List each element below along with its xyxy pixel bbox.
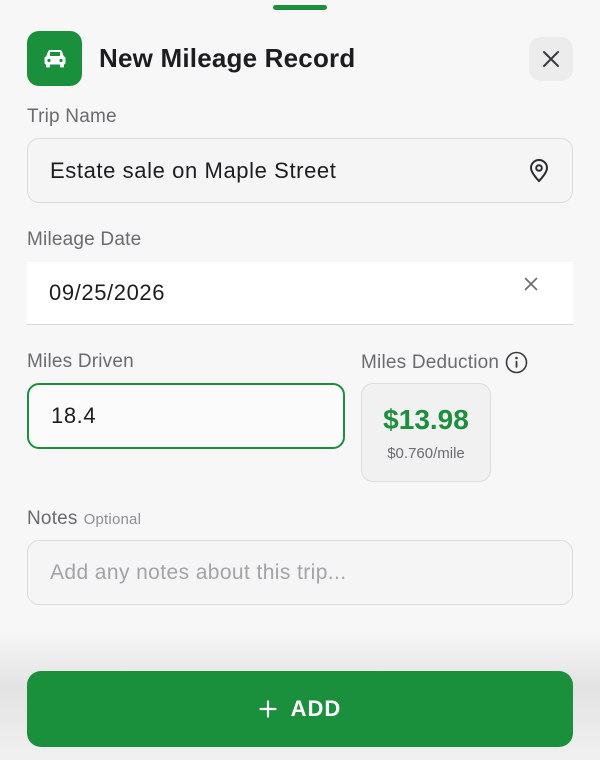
- mileage-date-field[interactable]: 09/25/2026: [27, 262, 573, 325]
- car-icon: [27, 31, 82, 86]
- mileage-date-value: 09/25/2026: [49, 280, 166, 305]
- mileage-date-label: Mileage Date: [27, 229, 142, 250]
- deduction-amount: $13.98: [383, 404, 469, 435]
- notes-field[interactable]: Add any notes about this trip...: [27, 540, 573, 605]
- deduction-rate: $0.760/mile: [387, 445, 465, 462]
- miles-driven-label: Miles Driven: [27, 351, 134, 372]
- notes-placeholder: Add any notes about this trip...: [50, 560, 347, 584]
- close-button[interactable]: [529, 37, 573, 81]
- info-icon[interactable]: [505, 351, 528, 374]
- header: New Mileage Record: [27, 31, 573, 87]
- plus-icon: [259, 700, 277, 718]
- clear-icon[interactable]: [521, 277, 541, 291]
- miles-deduction-label: Miles Deduction: [361, 351, 500, 373]
- notes-label: Notes: [27, 508, 78, 529]
- trip-name-label: Trip Name: [27, 106, 117, 127]
- trip-name-value: Estate sale on Maple Street: [50, 157, 337, 183]
- deduction-card: $13.98 $0.760/mile: [361, 383, 491, 482]
- add-button-label: ADD: [290, 696, 342, 721]
- miles-driven-value: 18.4: [51, 403, 97, 428]
- close-icon: [542, 50, 560, 68]
- add-button[interactable]: ADD: [27, 671, 573, 747]
- location-pin-icon[interactable]: [527, 158, 551, 183]
- drag-handle[interactable]: [273, 5, 327, 10]
- mileage-record-sheet: New Mileage Record Trip Name Estate sale…: [0, 0, 600, 760]
- notes-optional-label: Optional: [83, 511, 142, 528]
- page-title: New Mileage Record: [99, 43, 356, 73]
- notes-label-row: Notes Optional: [27, 508, 141, 530]
- miles-deduction-label-row: Miles Deduction: [361, 351, 528, 374]
- miles-driven-input[interactable]: 18.4: [27, 383, 345, 449]
- trip-name-field[interactable]: Estate sale on Maple Street: [27, 138, 573, 203]
